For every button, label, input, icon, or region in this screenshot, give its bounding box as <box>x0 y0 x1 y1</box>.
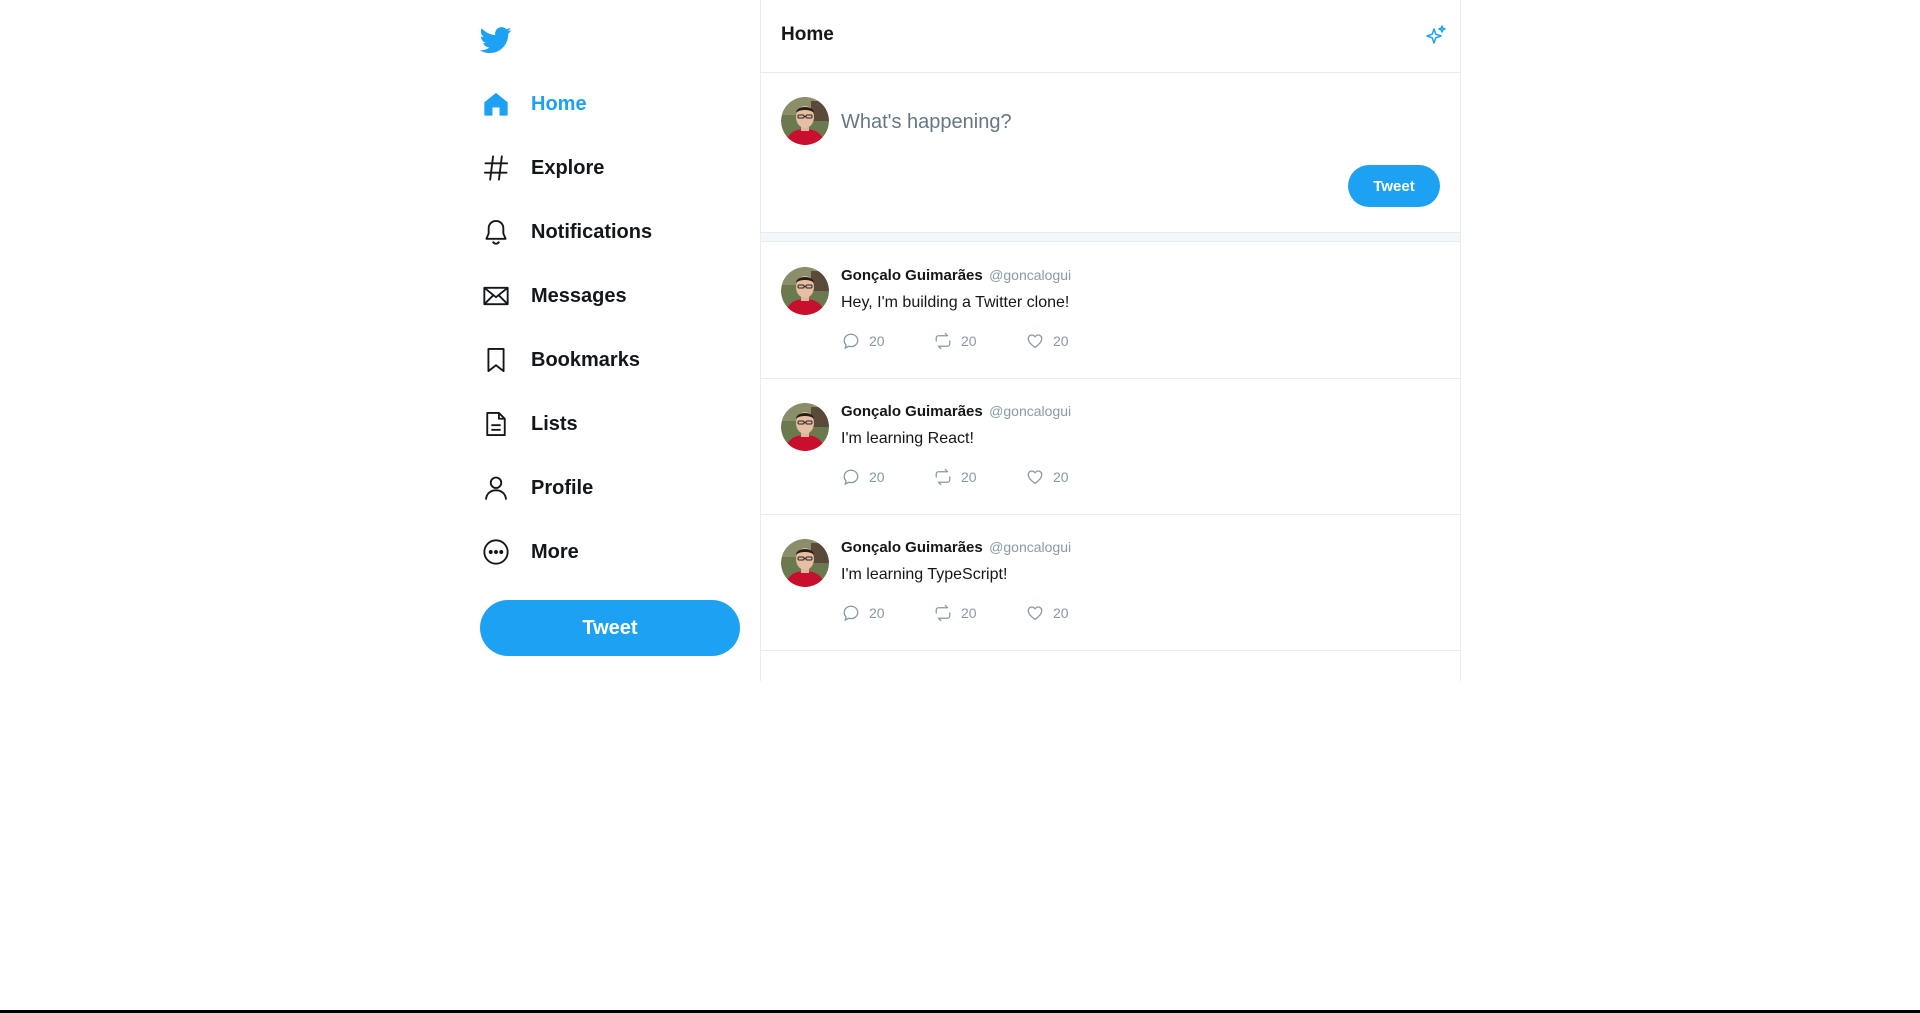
author-handle[interactable]: @goncalogui <box>989 403 1071 419</box>
sidebar-item-messages[interactable]: Messages <box>480 276 740 316</box>
timeline-header: Home <box>761 0 1460 73</box>
sidebar-item-explore[interactable]: Explore <box>480 148 740 188</box>
reply-button[interactable]: 20 <box>841 603 933 623</box>
reply-icon <box>841 467 861 487</box>
tweet-text: I'm learning React! <box>841 430 974 447</box>
author-name[interactable]: Gonçalo Guimarães <box>841 403 983 420</box>
avatar[interactable] <box>781 539 829 587</box>
sidebar-item-label: Notifications <box>531 220 653 243</box>
like-button[interactable]: 20 <box>1025 331 1117 351</box>
sidebar-item-lists[interactable]: Lists <box>480 404 740 444</box>
tweet-composer: Tweet <box>761 73 1460 232</box>
bookmark-icon <box>480 344 512 376</box>
retweet-icon <box>933 331 953 351</box>
like-count: 20 <box>1053 333 1069 349</box>
tweet-item[interactable]: Gonçalo Guimarães @goncalogui I'm learni… <box>761 379 1460 515</box>
author-handle[interactable]: @goncalogui <box>989 267 1071 283</box>
tweet-actions: 20 20 20 <box>841 467 1117 487</box>
avatar[interactable] <box>781 267 829 315</box>
tweet-item[interactable]: Gonçalo Guimarães @goncalogui Hey, I'm b… <box>761 243 1460 379</box>
retweet-button[interactable]: 20 <box>933 603 1025 623</box>
sidebar-item-label: Bookmarks <box>531 348 640 371</box>
document-icon <box>480 408 512 440</box>
more-circle-icon <box>480 536 512 568</box>
like-button[interactable]: 20 <box>1025 467 1117 487</box>
sidebar-tweet-button[interactable]: Tweet <box>480 600 740 656</box>
sidebar-item-notifications[interactable]: Notifications <box>480 212 740 252</box>
like-button[interactable]: 20 <box>1025 603 1117 623</box>
sidebar-item-label: Lists <box>531 412 578 435</box>
sidebar-item-label: Messages <box>531 284 627 307</box>
compose-input[interactable] <box>841 106 1431 138</box>
page-title: Home <box>781 24 834 45</box>
heart-icon <box>1025 467 1045 487</box>
avatar[interactable] <box>781 97 829 145</box>
section-divider <box>761 232 1460 242</box>
sidebar-item-label: Explore <box>531 156 605 179</box>
reply-count: 20 <box>869 605 885 621</box>
app-window: Home Explore Notifications Messages Book… <box>0 0 1920 1013</box>
retweet-count: 20 <box>961 605 977 621</box>
reply-button[interactable]: 20 <box>841 467 933 487</box>
heart-icon <box>1025 603 1045 623</box>
sidebar-item-label: More <box>531 540 579 563</box>
tweet-text: Hey, I'm building a Twitter clone! <box>841 294 1070 311</box>
reply-icon <box>841 603 861 623</box>
tweet-header: Gonçalo Guimarães @goncalogui <box>841 267 1071 285</box>
reply-button[interactable]: 20 <box>841 331 933 351</box>
timeline-column: Home Tweet Gonçalo Guimarães @goncalogui… <box>760 0 1461 681</box>
twitter-bird-icon[interactable] <box>479 24 512 56</box>
retweet-count: 20 <box>961 333 977 349</box>
author-name[interactable]: Gonçalo Guimarães <box>841 267 983 284</box>
retweet-button[interactable]: 20 <box>933 467 1025 487</box>
sidebar-item-home[interactable]: Home <box>480 84 740 124</box>
sidebar-item-profile[interactable]: Profile <box>480 468 740 508</box>
retweet-icon <box>933 467 953 487</box>
sparkle-icon[interactable] <box>1422 22 1450 50</box>
sidebar-item-label: Profile <box>531 476 594 499</box>
tweet-header: Gonçalo Guimarães @goncalogui <box>841 403 1071 421</box>
tweet-item[interactable]: Gonçalo Guimarães @goncalogui I'm learni… <box>761 515 1460 651</box>
avatar[interactable] <box>781 403 829 451</box>
sidebar-item-more[interactable]: More <box>480 532 740 572</box>
tweet-text: I'm learning TypeScript! <box>841 566 1008 583</box>
sidebar-item-bookmarks[interactable]: Bookmarks <box>480 340 740 380</box>
author-name[interactable]: Gonçalo Guimarães <box>841 539 983 556</box>
retweet-count: 20 <box>961 469 977 485</box>
hashtag-icon <box>480 152 512 184</box>
bell-icon <box>480 216 512 248</box>
retweet-icon <box>933 603 953 623</box>
like-count: 20 <box>1053 605 1069 621</box>
tweet-actions: 20 20 20 <box>841 331 1117 351</box>
reply-count: 20 <box>869 333 885 349</box>
tweet-actions: 20 20 20 <box>841 603 1117 623</box>
author-handle[interactable]: @goncalogui <box>989 539 1071 555</box>
heart-icon <box>1025 331 1045 351</box>
envelope-icon <box>480 280 512 312</box>
like-count: 20 <box>1053 469 1069 485</box>
person-icon <box>480 472 512 504</box>
sidebar-item-label: Home <box>531 92 587 115</box>
reply-icon <box>841 331 861 351</box>
compose-tweet-button[interactable]: Tweet <box>1348 165 1440 207</box>
tweet-header: Gonçalo Guimarães @goncalogui <box>841 539 1071 557</box>
reply-count: 20 <box>869 469 885 485</box>
home-icon <box>480 88 512 120</box>
retweet-button[interactable]: 20 <box>933 331 1025 351</box>
